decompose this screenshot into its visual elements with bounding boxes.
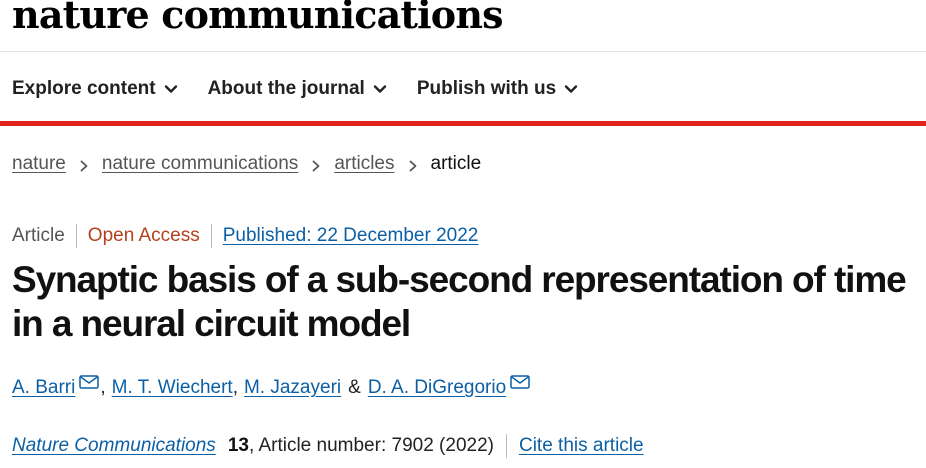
mail-icon[interactable] <box>79 375 100 389</box>
article-meta: Article Open Access Published: 22 Decemb… <box>12 224 478 248</box>
breadcrumb-current: article <box>430 153 482 174</box>
meta-divider <box>75 224 77 248</box>
mail-icon[interactable] <box>510 375 530 389</box>
citation-divider <box>505 434 507 458</box>
breadcrumb-nature[interactable]: nature <box>12 153 66 175</box>
breadcrumb: nature nature communications articles ar… <box>12 153 481 175</box>
chevron-down-icon <box>564 82 578 96</box>
page: nature communications Explore content Ab… <box>0 0 926 468</box>
chevron-right-icon <box>78 157 90 172</box>
nav-publish-with-us[interactable]: Publish with us <box>417 78 578 100</box>
chevron-down-icon <box>164 82 178 96</box>
author-link[interactable]: M. Jazayeri <box>244 377 341 399</box>
journal-logo[interactable]: nature communications <box>12 0 504 37</box>
volume-number: 13 <box>227 435 249 456</box>
meta-divider <box>210 224 212 248</box>
chevron-right-icon <box>310 157 322 172</box>
author-link[interactable]: M. T. Wiechert <box>112 377 233 399</box>
breadcrumb-nature-communications[interactable]: nature communications <box>102 153 298 175</box>
author-separator: , <box>100 377 106 398</box>
nav-explore-content[interactable]: Explore content <box>12 78 178 100</box>
journal-link[interactable]: Nature Communications <box>12 435 216 457</box>
published-date-link[interactable]: Published: 22 December 2022 <box>223 225 479 247</box>
header-accent-bar <box>0 121 926 126</box>
open-access-badge: Open Access <box>87 225 200 246</box>
author-and: & <box>348 377 361 398</box>
author-link[interactable]: A. Barri <box>12 377 75 399</box>
nav-explore-content-label: Explore content <box>12 78 156 99</box>
author-separator: , <box>232 377 238 398</box>
author-list: A. Barri , M. T. Wiechert , M. Jazayeri … <box>12 375 531 399</box>
header-divider <box>0 51 926 52</box>
author-link[interactable]: D. A. DiGregorio <box>368 377 506 399</box>
nav-about-the-journal-label: About the journal <box>207 78 365 99</box>
article-number: , Article number: 7902 (2022) <box>248 435 494 456</box>
chevron-down-icon <box>373 82 387 96</box>
article-title: Synaptic basis of a sub-second represent… <box>12 259 907 344</box>
citation-line: Nature Communications 13 , Article numbe… <box>12 434 644 458</box>
nav-about-the-journal[interactable]: About the journal <box>208 78 387 100</box>
main-nav: Explore content About the journal Publis… <box>12 72 608 106</box>
cite-this-article-link[interactable]: Cite this article <box>519 435 644 457</box>
chevron-right-icon <box>407 157 419 172</box>
breadcrumb-articles[interactable]: articles <box>334 153 394 175</box>
nav-publish-with-us-label: Publish with us <box>416 78 557 99</box>
article-type: Article <box>12 225 65 246</box>
